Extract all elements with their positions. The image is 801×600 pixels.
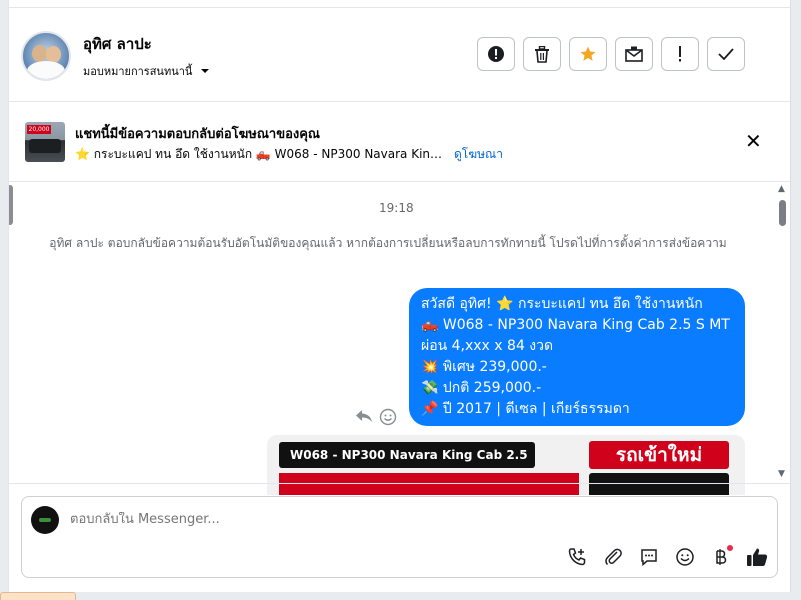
attachment-icon[interactable] [601,545,625,569]
contact-avatar[interactable] [21,31,71,81]
scroll-up-arrow-icon[interactable]: ▲ [778,184,785,194]
header-actions [477,37,745,71]
view-ad-link[interactable]: ดูโฆษณา [454,145,503,164]
left-scrollbar-thumb[interactable] [9,185,13,225]
contact-name[interactable]: อุทิศ ลาปะ [83,32,152,56]
reply-icon[interactable] [355,408,373,424]
exclamation-icon [679,46,681,62]
alert-circle-icon [488,46,504,62]
follow-up-button[interactable] [661,37,699,71]
ad-image-attachment[interactable]: W068 - NP300 Navara King Cab 2.5 S MT รถ… [267,435,745,495]
conversation-panel: อุทิศ ลาปะ มอบหมายการสนทนานี้ 20,000 แชท… [8,0,791,592]
reply-input[interactable] [70,512,670,527]
scroll-down-arrow-icon[interactable]: ▼ [778,469,785,479]
ad-image-badge: รถเข้าใหม่ [589,441,729,469]
system-message: อุทิศ ลาปะ ตอบกลับข้อความต้อนรับอัตโนมัต… [49,236,727,250]
message-line: 📌 ปี 2017 | ดีเซล | เกียร์ธรรมดา [421,401,630,417]
call-add-icon[interactable] [565,545,589,569]
page-avatar [31,506,59,534]
star-icon [580,46,596,61]
report-spam-button[interactable] [477,37,515,71]
composer-divider [9,483,790,484]
assign-label: มอบหมายการสนทนานี้ [83,65,193,78]
emoji-icon[interactable] [673,545,697,569]
close-icon[interactable]: ✕ [745,131,762,151]
message-line: 💸 ปกติ 259,000.- [421,380,542,396]
scrollbar-thumb[interactable] [779,200,786,226]
top-divider [9,7,790,8]
notification-dot [727,545,733,551]
caret-down-icon [201,69,210,73]
message-line: สวัสดี อุทิศ! ⭐ กระบะแคป ทน อึด ใช้งานหน… [421,296,703,312]
message-timestamp: 19:18 [379,201,414,215]
delete-button[interactable] [523,37,561,71]
message-actions [355,408,397,426]
ad-thumbnail-tag: 20,000 [27,125,51,134]
outgoing-message-bubble[interactable]: สวัสดี อุทิศ! ⭐ กระบะแคป ทน อึด ใช้งานหน… [409,288,745,426]
check-icon [718,48,734,60]
thumbs-up-icon[interactable] [745,545,769,569]
message-line: ผ่อน 4,xxx x 84 งวด [421,338,554,354]
header-divider [9,101,790,102]
ad-thumbnail[interactable]: 20,000 [25,122,65,162]
ad-banner-title: แชทนี้มีข้อความตอบกลับต่อโฆษณาของคุณ [75,127,320,142]
banner-divider [9,181,790,182]
saved-reply-icon[interactable] [637,545,661,569]
mark-done-button[interactable] [707,37,745,71]
bottom-taskbar-tab[interactable] [0,592,76,600]
assign-conversation-dropdown[interactable]: มอบหมายการสนทนานี้ [83,62,211,80]
star-button[interactable] [569,37,607,71]
message-line: 💥 พิเศษ 239,000.- [421,359,547,375]
mark-unread-button[interactable] [615,37,653,71]
ad-banner-subtitle: ⭐ กระบะแคป ทน อึด ใช้งานหนัก 🛻 W068 - NP… [75,147,445,161]
react-emoji-icon[interactable] [379,408,397,426]
composer-toolbar [565,545,769,569]
mark-unread-icon [625,46,643,62]
message-composer [21,496,778,578]
trash-icon [535,45,549,63]
message-line: 🛻 W068 - NP300 Navara King Cab 2.5 S MT [421,317,730,333]
baht-payment-icon[interactable] [709,545,733,569]
ad-image-model-label: W068 - NP300 Navara King Cab 2.5 S MT [279,442,535,488]
